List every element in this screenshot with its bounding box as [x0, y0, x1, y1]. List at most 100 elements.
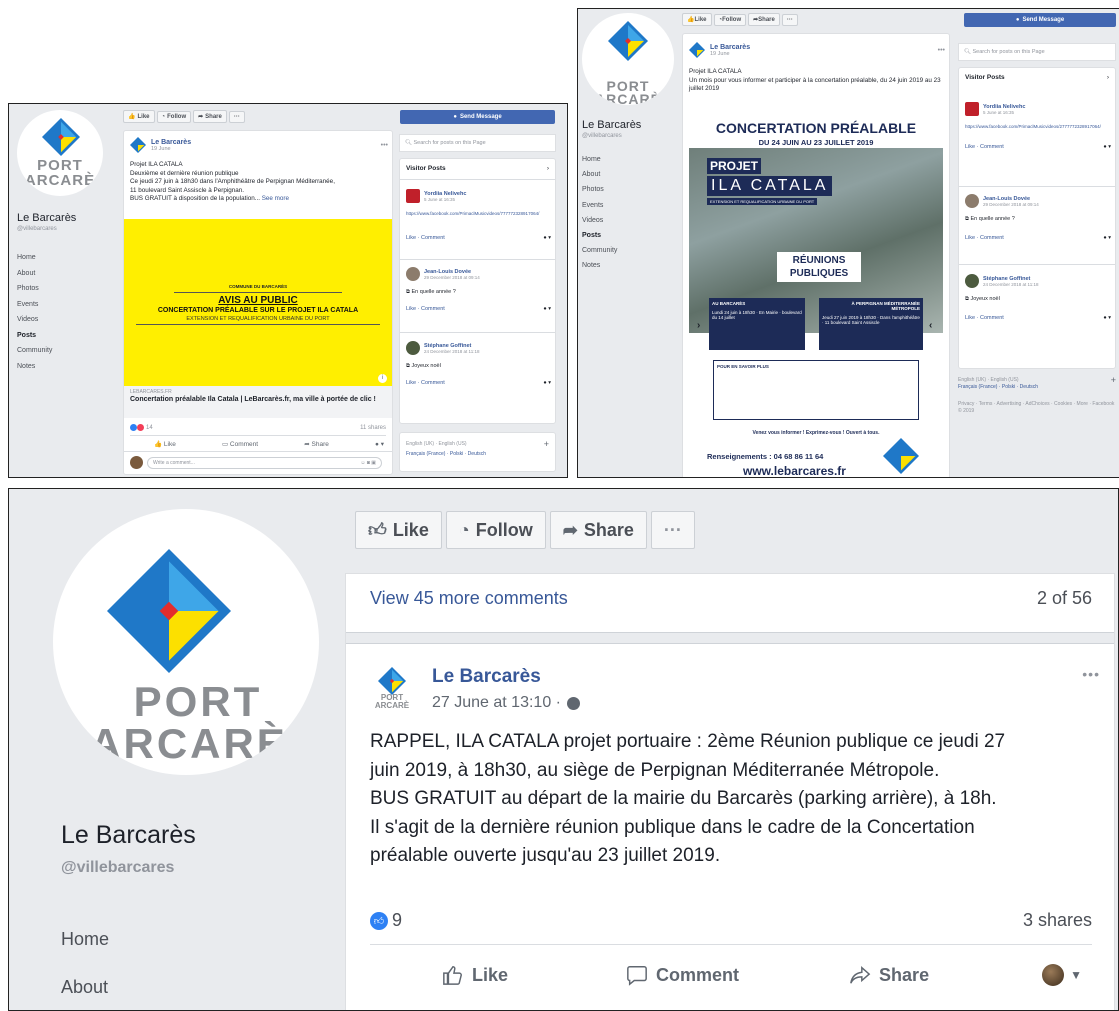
- visitor-posts-card: Visitor Posts › Yordiia Nelivehc 5 June a…: [399, 158, 556, 424]
- post-author[interactable]: Le Barcarès: [151, 139, 191, 146]
- side-nav: Home About Photos Events Videos Posts Co…: [582, 152, 617, 274]
- rss-icon: ◔: [161, 113, 166, 120]
- screenshot-page-post-rappel: PORT ARCARÈ Le Barcarès @villebarcares H…: [8, 488, 1119, 1011]
- follow-button[interactable]: ◔ Follow: [713, 13, 747, 26]
- post-options-icon[interactable]: •••: [1082, 666, 1100, 682]
- more-options-button[interactable]: ···: [650, 511, 695, 549]
- nav-posts[interactable]: Posts: [17, 328, 52, 344]
- like-post-button[interactable]: Like: [442, 964, 508, 986]
- visitor-post-item: Yordiia Nelivehc 5 June at 16:35 https://…: [406, 189, 551, 241]
- post-options-icon[interactable]: •••: [381, 142, 388, 149]
- info-icon[interactable]: i: [378, 374, 387, 383]
- side-nav: Home About: [61, 915, 109, 1010]
- post-author[interactable]: Le Barcarès: [432, 666, 580, 688]
- see-more-link[interactable]: See more: [262, 195, 289, 202]
- add-language-icon[interactable]: +: [544, 439, 549, 449]
- banner-line2: EXTENSION ET REQUALIFICATION URBAINE DU …: [186, 316, 330, 322]
- love-reaction-icon[interactable]: [137, 424, 144, 431]
- post-action-row: 👍 Like ▭ Comment ➦ Share ● ▾: [154, 440, 384, 448]
- nav-notes[interactable]: Notes: [582, 258, 617, 273]
- nav-events[interactable]: Events: [17, 297, 52, 313]
- nav-community[interactable]: Community: [17, 343, 52, 359]
- add-language-icon[interactable]: +: [1111, 376, 1116, 385]
- reaction-count[interactable]: 9: [392, 910, 402, 931]
- audience-selector[interactable]: ● ▾: [375, 440, 384, 448]
- like-post-button[interactable]: 👍 Like: [154, 440, 176, 448]
- search-icon: 🔍︎: [405, 140, 414, 146]
- page-profile-picture[interactable]: PORT ARCARÈ: [582, 13, 674, 105]
- page-handle[interactable]: @villebarcares: [582, 133, 622, 139]
- reaction-count[interactable]: 14: [146, 425, 153, 431]
- share-page-button[interactable]: ➦ Share: [193, 110, 227, 123]
- share-count[interactable]: 11 shares: [360, 425, 386, 431]
- post-time[interactable]: 27 June at 13:10 ·: [432, 694, 561, 712]
- visitor-posts-title[interactable]: Visitor Posts: [406, 165, 446, 172]
- share-page-button[interactable]: ➦ Share: [748, 13, 780, 26]
- share-post-button[interactable]: Share: [849, 964, 929, 986]
- logo-diamond-icon: [608, 21, 648, 61]
- logo-text-top: PORT: [37, 157, 83, 174]
- banner-line1: CONCERTATION PRÉALABLE SUR LE PROJET ILA…: [157, 307, 359, 314]
- comment-button[interactable]: Comment: [626, 964, 739, 986]
- view-more-comments-link[interactable]: View 45 more comments: [370, 588, 568, 609]
- like-page-button[interactable]: 👍 Like: [123, 110, 155, 123]
- nav-videos[interactable]: Videos: [17, 312, 52, 328]
- comment-button[interactable]: ▭ Comment: [222, 440, 258, 448]
- share-arrow-icon: ➦: [198, 114, 204, 120]
- follow-button[interactable]: ◔ Follow: [445, 511, 546, 549]
- post-options-icon[interactable]: •••: [938, 47, 945, 54]
- author-avatar-icon[interactable]: [689, 42, 705, 58]
- page-name[interactable]: Le Barcarès: [17, 212, 76, 224]
- page-profile-picture[interactable]: PORT ARCARÈ: [17, 110, 103, 196]
- author-avatar[interactable]: PORT ARCARÈ: [370, 667, 414, 711]
- page-handle[interactable]: @villebarcares: [61, 859, 174, 877]
- like-reaction-icon[interactable]: [130, 424, 137, 431]
- more-options-button[interactable]: ···: [781, 13, 798, 26]
- nav-photos[interactable]: Photos: [582, 182, 617, 197]
- share-count[interactable]: 3 shares: [1023, 910, 1092, 931]
- nav-about[interactable]: About: [582, 167, 617, 182]
- like-reaction-icon[interactable]: 👍︎: [370, 911, 388, 930]
- nav-home[interactable]: Home: [582, 152, 617, 167]
- avis-banner-image[interactable]: COMMUNE DU BARCARÈS AVIS AU PUBLIC CONCE…: [124, 219, 392, 386]
- like-page-button[interactable]: 👍 Like: [682, 13, 712, 26]
- nav-posts[interactable]: Posts: [582, 228, 617, 243]
- nav-community[interactable]: Community: [582, 243, 617, 258]
- share-post-button[interactable]: ➦ Share: [304, 440, 329, 448]
- nav-home[interactable]: Home: [17, 250, 52, 266]
- visitor-post-item: Yordiia Nelivehc 5 June at 16:35 https://…: [965, 102, 1111, 150]
- share-outline-icon: [850, 966, 871, 984]
- banner-avis: AVIS AU PUBLIC: [218, 295, 298, 306]
- nav-notes[interactable]: Notes: [17, 359, 52, 375]
- chevron-right-icon[interactable]: ›: [547, 165, 549, 172]
- audience-selector[interactable]: ▼: [1042, 964, 1082, 986]
- link-preview[interactable]: LEBARCARES.FR Concertation préalable Ila…: [124, 386, 392, 418]
- chevron-right-icon[interactable]: ›: [1107, 74, 1109, 81]
- page-profile-picture[interactable]: PORT ARCARÈ: [53, 509, 319, 775]
- concertation-poster-image[interactable]: CONCERTATION PRÉALABLE DU 24 JUIN AU 23 …: [683, 98, 949, 477]
- share-page-button[interactable]: ➦ Share: [549, 511, 647, 549]
- search-posts-input[interactable]: 🔍︎ Search for posts on this Page: [958, 43, 1116, 61]
- search-posts-input[interactable]: 🔍︎ Search for posts on this Page: [399, 134, 556, 152]
- nav-videos[interactable]: Videos: [582, 213, 617, 228]
- nav-photos[interactable]: Photos: [17, 281, 52, 297]
- logo-text-bottom: ARCARÈ: [24, 172, 96, 189]
- write-comment-input[interactable]: Write a comment... ☺ ◙ ▣: [147, 456, 382, 469]
- more-options-button[interactable]: ···: [228, 110, 245, 123]
- page-name[interactable]: Le Barcarès: [61, 821, 196, 850]
- post-action-row: Like Comment Share ▼: [370, 952, 1092, 998]
- nav-home[interactable]: Home: [61, 915, 109, 963]
- nav-about[interactable]: About: [17, 266, 52, 282]
- page-name[interactable]: Le Barcarès: [582, 119, 641, 131]
- user-avatar: [130, 456, 143, 469]
- nav-events[interactable]: Events: [582, 198, 617, 213]
- send-message-button[interactable]: ● Send Message: [400, 110, 555, 124]
- page-handle[interactable]: @villebarcares: [17, 226, 57, 232]
- post-time[interactable]: 19 June: [151, 146, 191, 152]
- follow-button[interactable]: ◔ Follow: [156, 110, 192, 123]
- nav-about[interactable]: About: [61, 963, 109, 1010]
- author-avatar-icon[interactable]: [130, 137, 146, 153]
- send-message-button[interactable]: ● Send Message: [964, 13, 1116, 27]
- like-page-button[interactable]: 👍︎ Like: [355, 511, 442, 549]
- thumbs-up-outline-icon: [443, 966, 462, 985]
